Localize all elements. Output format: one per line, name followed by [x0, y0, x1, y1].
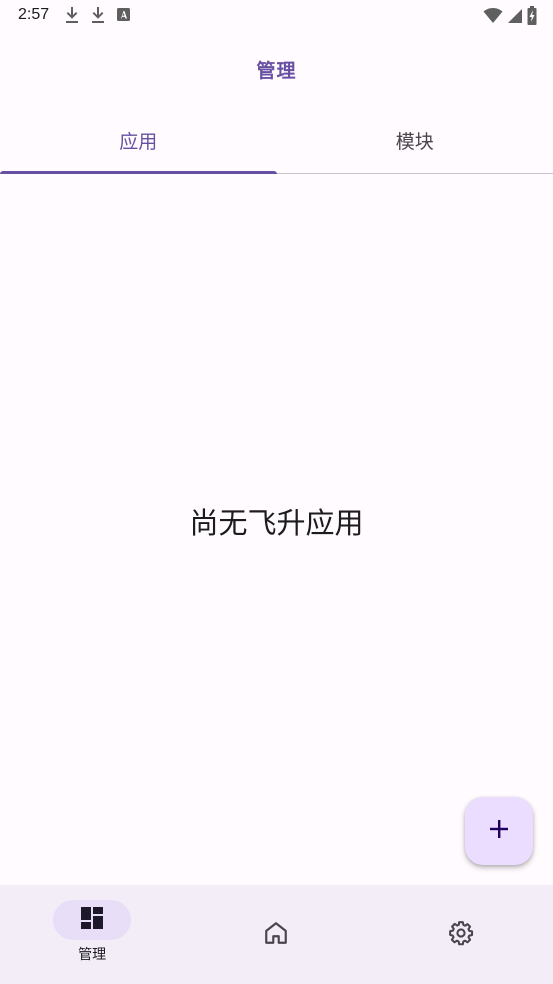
dashboard-icon — [80, 906, 104, 934]
wifi-icon — [483, 7, 503, 25]
top-app-bar: 管理 — [0, 40, 553, 98]
page-title: 管理 — [256, 59, 297, 82]
status-time: 2:57 — [18, 6, 50, 23]
nav-item-home[interactable] — [184, 885, 368, 984]
plus-icon — [488, 818, 510, 844]
status-bar: 2:57 — [0, 0, 553, 32]
download-icon — [64, 6, 80, 24]
battery-charging-icon — [527, 6, 537, 26]
screen: 2:57 管理 应用 模块 尚无飞升应用 管理 — [0, 0, 553, 984]
nav-item-manage-label: 管理 — [78, 947, 107, 963]
tab-indicator — [0, 171, 277, 174]
add-fab-button[interactable] — [465, 797, 533, 865]
status-system-icons — [483, 6, 537, 26]
nav-active-indicator — [53, 900, 132, 940]
tab-modules-label: 模块 — [395, 131, 434, 153]
nav-item-settings[interactable] — [369, 885, 553, 984]
tab-bar: 应用 模块 — [0, 110, 553, 174]
text-a-icon — [116, 6, 132, 24]
home-icon — [263, 920, 289, 950]
signal-icon — [507, 7, 523, 25]
bottom-navigation: 管理 — [0, 885, 553, 984]
tab-modules[interactable]: 模块 — [277, 110, 553, 173]
tab-apps-label: 应用 — [119, 131, 158, 153]
nav-item-manage[interactable]: 管理 — [0, 885, 184, 984]
status-notification-icons — [64, 6, 132, 24]
nav-item-settings-pill — [422, 915, 500, 955]
gear-icon — [448, 920, 474, 950]
tab-apps[interactable]: 应用 — [0, 110, 277, 174]
download-icon — [90, 6, 106, 24]
nav-item-home-pill — [237, 915, 315, 955]
empty-state-message: 尚无飞升应用 — [189, 506, 364, 540]
